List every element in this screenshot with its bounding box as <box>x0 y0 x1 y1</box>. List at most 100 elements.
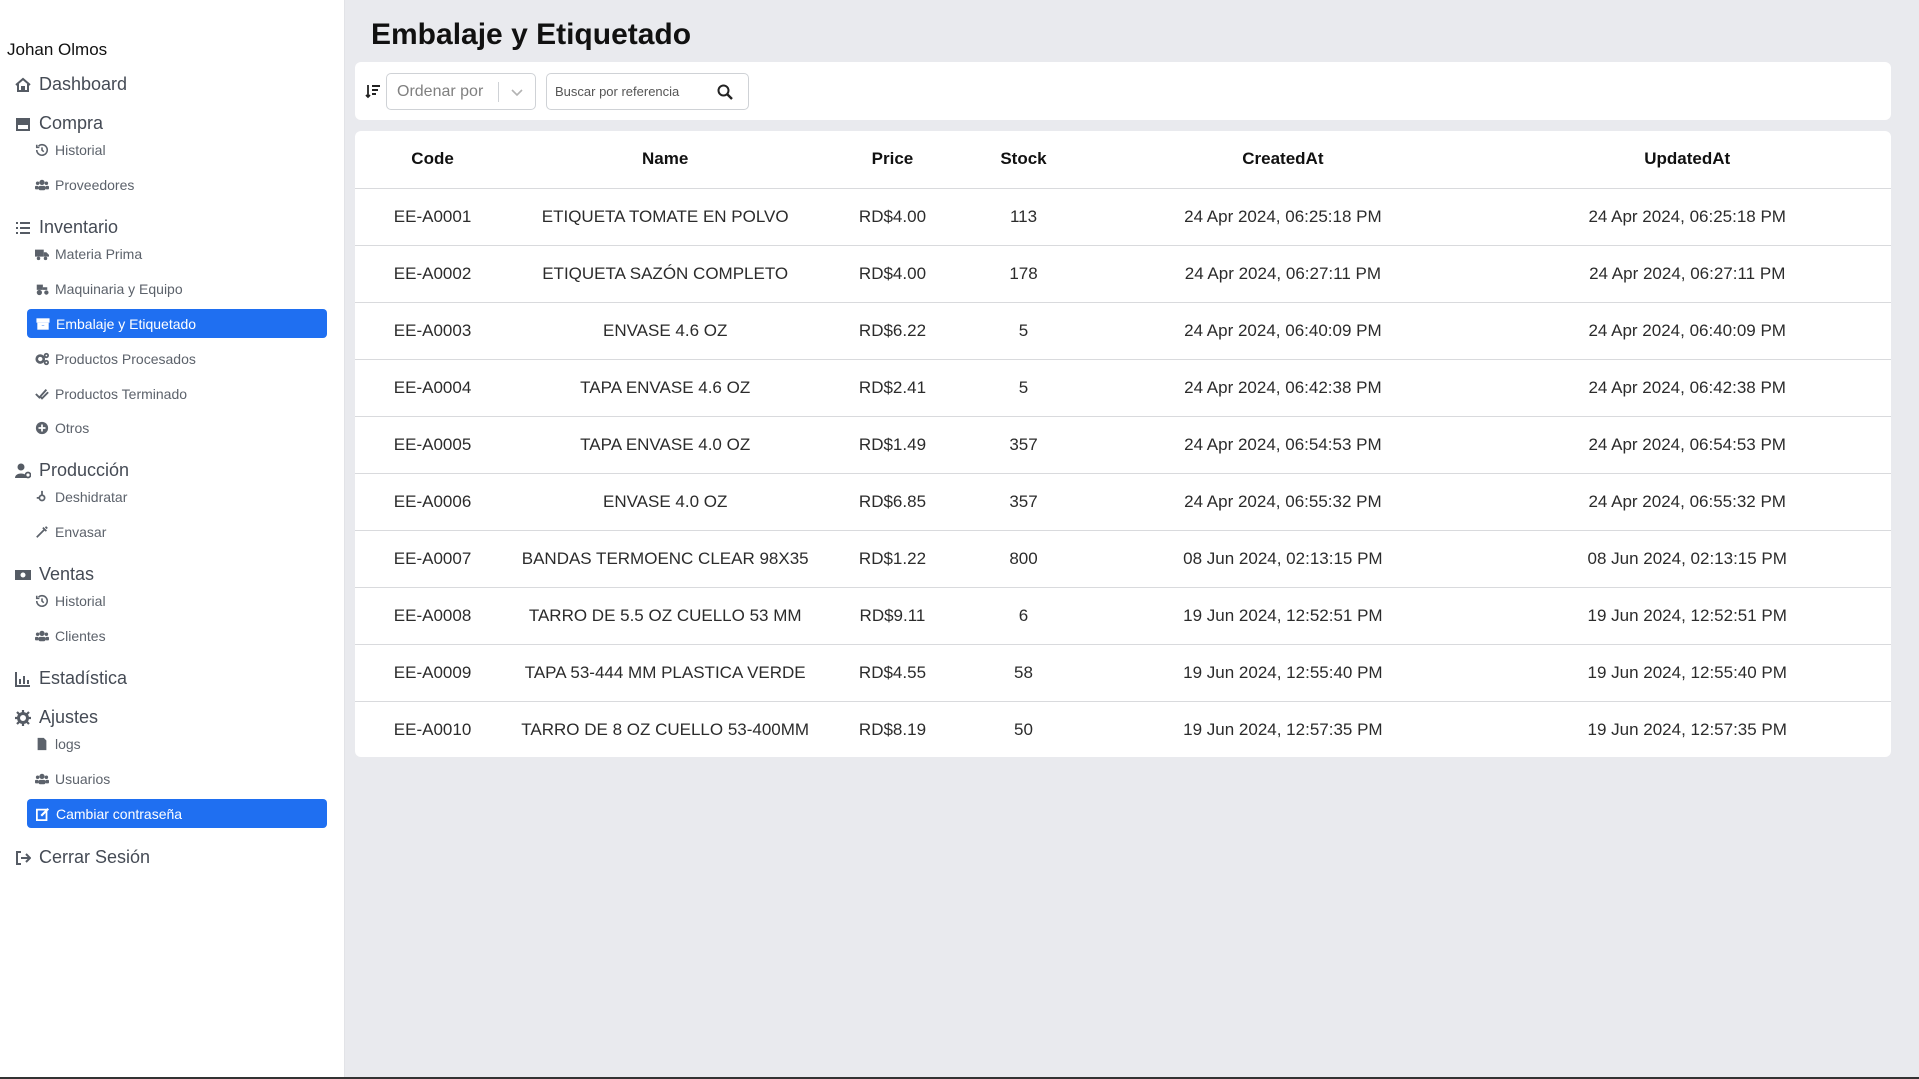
cell-code: EE-A0006 <box>355 473 511 531</box>
chevron-down-icon[interactable] <box>499 85 535 99</box>
dehydrate-icon <box>36 490 46 502</box>
nav-dashboard-label: Dashboard <box>39 74 128 94</box>
money-bill-icon <box>15 569 31 580</box>
list-icon <box>16 221 30 234</box>
cell-code: EE-A0002 <box>355 245 511 303</box>
cell-name: ENVASE 4.0 OZ <box>510 473 821 531</box>
cell-price: RD$4.55 <box>820 644 965 702</box>
nav-productos-procesados-label: Productos Procesados <box>55 351 196 367</box>
nav-productos-terminado-label: Productos Terminado <box>55 386 188 402</box>
cell-price: RD$1.22 <box>820 530 965 588</box>
nav-logs-label: logs <box>55 736 81 752</box>
nav-productos-terminado[interactable]: Productos Terminado <box>35 386 187 402</box>
cell-name: TARRO DE 5.5 OZ CUELLO 53 MM <box>510 587 821 645</box>
cell-price: RD$9.11 <box>820 587 965 645</box>
cell-stock: 5 <box>964 359 1083 417</box>
sidebar: Johan Olmos Dashboard Compra Historial P… <box>0 0 345 1079</box>
cell-updated: 19 Jun 2024, 12:55:40 PM <box>1483 644 1891 702</box>
gear-icon <box>15 709 31 726</box>
nav-ventas[interactable]: Ventas <box>15 564 94 585</box>
cell-code: EE-A0009 <box>355 644 511 702</box>
cell-name: TARRO DE 8 OZ CUELLO 53-400MM <box>521 719 810 739</box>
nav-compra-proveedores-label: Proveedores <box>55 177 135 193</box>
table-row[interactable]: EE-A0005 TAPA ENVASE 4.0 OZ RD$1.49 357 … <box>355 416 1891 474</box>
cell-stock: 178 <box>964 245 1083 303</box>
nav-deshidratar-label: Deshidratar <box>55 489 128 505</box>
nav-materia-prima[interactable]: Materia Prima <box>35 246 142 262</box>
cell-created: 19 Jun 2024, 12:57:35 PM <box>1183 719 1383 739</box>
history-icon <box>35 143 48 156</box>
column-header[interactable]: Code <box>355 131 511 189</box>
box-icon <box>36 317 50 330</box>
cell-created: 24 Apr 2024, 06:40:09 PM <box>1082 302 1484 360</box>
column-header[interactable]: CreatedAt <box>1082 131 1484 189</box>
nav-compra-historial-label: Historial <box>55 142 106 158</box>
page-title: Embalaje y Etiquetado <box>371 18 692 51</box>
search-input[interactable] <box>547 84 707 99</box>
nav-logs[interactable]: logs <box>35 736 81 752</box>
nav-cambiar-contrasena-active[interactable]: Cambiar contraseña <box>27 799 327 828</box>
nav-productos-procesados[interactable]: Productos Procesados <box>35 351 196 367</box>
table-row[interactable]: EE-A0010 TARRO DE 8 OZ CUELLO 53-400MM R… <box>355 701 1891 757</box>
table-row[interactable]: EE-A0007 BANDAS TERMOENC CLEAR 98X35 RD$… <box>355 530 1891 588</box>
cell-code: EE-A0010 <box>393 719 472 739</box>
nav-ajustes[interactable]: Ajustes <box>15 707 98 728</box>
nav-ventas-historial[interactable]: Historial <box>35 593 106 609</box>
nav-inventario-label: Inventario <box>39 217 119 237</box>
user-name: Johan Olmos <box>7 40 108 59</box>
table-row[interactable]: EE-A0004 TAPA ENVASE 4.6 OZ RD$2.41 5 24… <box>355 359 1891 417</box>
nav-usuarios[interactable]: Usuarios <box>35 771 110 787</box>
nav-otros-label: Otros <box>55 420 90 436</box>
column-header[interactable]: UpdatedAt <box>1483 131 1891 189</box>
nav-inventario[interactable]: Inventario <box>15 217 118 238</box>
column-header[interactable]: Stock <box>964 131 1083 189</box>
toolbar: Ordenar por <box>355 62 1891 120</box>
table-row[interactable]: EE-A0006 ENVASE 4.0 OZ RD$6.85 357 24 Ap… <box>355 473 1891 531</box>
file-icon <box>37 737 47 751</box>
nav-materia-prima-label: Materia Prima <box>55 246 143 262</box>
table-row[interactable]: EE-A0002 ETIQUETA SAZÓN COMPLETO RD$4.00… <box>355 245 1891 303</box>
plus-circle-icon <box>35 421 49 435</box>
nav-clientes-label: Clientes <box>55 628 106 644</box>
cell-price: RD$4.00 <box>820 188 965 246</box>
table-row[interactable]: EE-A0001 ETIQUETA TOMATE EN POLVO RD$4.0… <box>355 188 1891 246</box>
table-row[interactable]: EE-A0009 TAPA 53-444 MM PLASTICA VERDE R… <box>355 644 1891 702</box>
nav-dashboard[interactable]: Dashboard <box>15 74 127 95</box>
nav-envasar[interactable]: Envasar <box>35 524 106 540</box>
cell-created: 24 Apr 2024, 06:27:11 PM <box>1082 245 1484 303</box>
nav-deshidratar[interactable]: Deshidratar <box>35 489 127 505</box>
products-table-card: Code Name Price Stock CreatedAt UpdatedA… <box>355 131 1891 757</box>
nav-compra[interactable]: Compra <box>15 113 103 134</box>
users-icon <box>35 773 49 785</box>
nav-estadistica[interactable]: Estadística <box>15 668 127 689</box>
nav-cerrar-sesion[interactable]: Cerrar Sesión <box>15 847 150 868</box>
nav-compra-proveedores[interactable]: Proveedores <box>35 177 134 193</box>
column-header[interactable]: Price <box>820 131 965 189</box>
sort-icon[interactable] <box>365 83 381 99</box>
nav-compra-historial[interactable]: Historial <box>35 142 106 158</box>
table-row[interactable]: EE-A0003 ENVASE 4.6 OZ RD$6.22 5 24 Apr … <box>355 302 1891 360</box>
cell-stock: 357 <box>964 473 1083 531</box>
nav-produccion[interactable]: Producción <box>15 460 129 481</box>
sort-select-placeholder: Ordenar por <box>397 82 484 100</box>
nav-usuarios-label: Usuarios <box>55 771 111 787</box>
column-header[interactable]: Name <box>510 131 821 189</box>
sort-select[interactable]: Ordenar por <box>386 73 536 110</box>
table-row[interactable]: EE-A0008 TARRO DE 5.5 OZ CUELLO 53 MM RD… <box>355 587 1891 645</box>
truck-icon <box>35 249 49 261</box>
nav-cerrar-sesion-label: Cerrar Sesión <box>39 847 151 867</box>
nav-otros[interactable]: Otros <box>35 420 89 436</box>
search-icon[interactable] <box>707 84 743 100</box>
users-icon <box>35 179 49 191</box>
nav-embalaje-active[interactable]: Embalaje y Etiquetado <box>27 309 327 338</box>
gears-icon <box>35 352 49 366</box>
syringe-icon <box>36 526 48 538</box>
cell-name: ETIQUETA SAZÓN COMPLETO <box>510 245 821 303</box>
cell-name: ENVASE 4.6 OZ <box>510 302 821 360</box>
cell-created: 24 Apr 2024, 06:55:32 PM <box>1082 473 1484 531</box>
cell-updated: 24 Apr 2024, 06:40:09 PM <box>1483 302 1891 360</box>
nav-estadistica-label: Estadística <box>39 668 128 688</box>
cell-name: ETIQUETA TOMATE EN POLVO <box>510 188 821 246</box>
nav-maquinaria[interactable]: Maquinaria y Equipo <box>35 281 183 297</box>
nav-clientes[interactable]: Clientes <box>35 628 106 644</box>
